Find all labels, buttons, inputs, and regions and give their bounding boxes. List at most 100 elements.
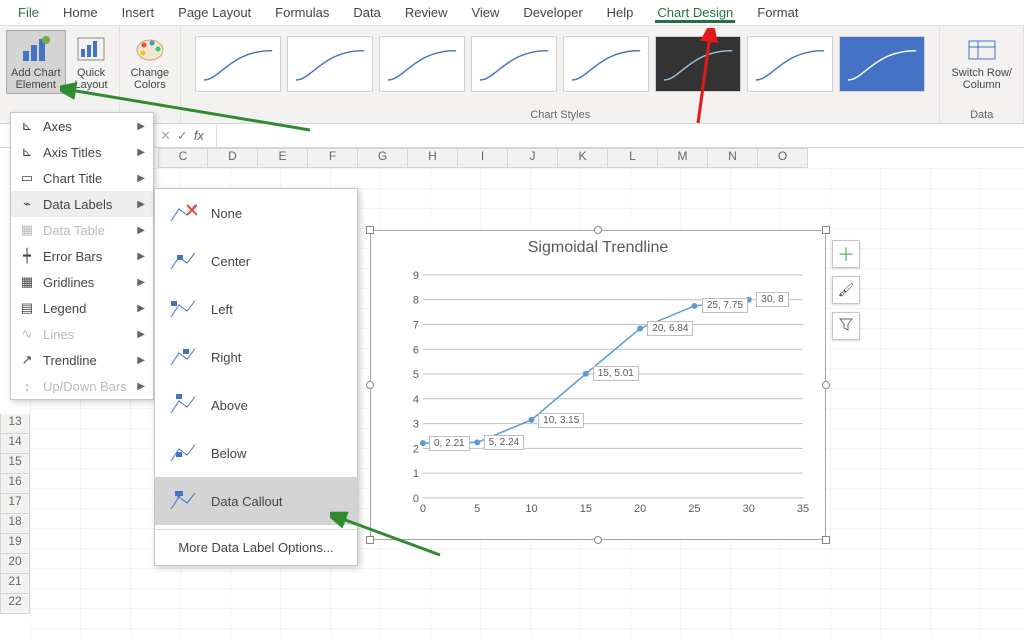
tab-data[interactable]: Data xyxy=(351,2,382,23)
col-header[interactable]: I xyxy=(458,148,508,168)
menu-gridlines[interactable]: ▦Gridlines▶ xyxy=(11,269,153,295)
resize-handle[interactable] xyxy=(822,536,830,544)
submenu-center[interactable]: Center xyxy=(155,237,357,285)
resize-handle[interactable] xyxy=(822,226,830,234)
tab-home[interactable]: Home xyxy=(61,2,100,23)
row-header[interactable]: 18 xyxy=(0,514,30,534)
chart-style-1[interactable] xyxy=(195,36,281,92)
confirm-icon[interactable]: ✓ xyxy=(177,128,188,144)
col-header[interactable]: E xyxy=(258,148,308,168)
row-header[interactable]: 15 xyxy=(0,454,30,474)
col-header[interactable]: C xyxy=(158,148,208,168)
chart-filters-button[interactable] xyxy=(832,312,860,340)
resize-handle[interactable] xyxy=(366,226,374,234)
plus-icon: ＋ xyxy=(837,241,855,267)
submenu-more-options[interactable]: More Data Label Options... xyxy=(155,534,357,561)
chart-style-2[interactable] xyxy=(287,36,373,92)
row-header[interactable]: 19 xyxy=(0,534,30,554)
data-callout[interactable]: 20, 6.84 xyxy=(647,321,693,336)
chart-style-8[interactable] xyxy=(839,36,925,92)
ribbon: Add Chart Element Quick Layout Change Co… xyxy=(0,26,1024,124)
row-header[interactable]: 17 xyxy=(0,494,30,514)
menu-axis-titles[interactable]: ⊾Axis Titles▶ xyxy=(11,139,153,165)
lines-icon: ∿ xyxy=(19,326,35,342)
resize-handle[interactable] xyxy=(366,381,374,389)
svg-text:35: 35 xyxy=(797,503,809,515)
chart-styles-gallery[interactable] xyxy=(187,30,933,92)
chart-styles-button[interactable]: 🖌 xyxy=(832,276,860,304)
chart-title-text[interactable]: Sigmoidal Trendline xyxy=(371,231,825,261)
tab-view[interactable]: View xyxy=(469,2,501,23)
data-callout[interactable]: 25, 7.75 xyxy=(702,298,748,313)
menu-data-labels[interactable]: ⌁Data Labels▶ xyxy=(11,191,153,217)
embedded-chart[interactable]: Sigmoidal Trendline 01234567890510152025… xyxy=(370,230,826,540)
col-header[interactable]: L xyxy=(608,148,658,168)
data-labels-submenu: None Center Left Right Above Below Data … xyxy=(154,188,358,566)
row-header[interactable]: 20 xyxy=(0,554,30,574)
submenu-below[interactable]: Below xyxy=(155,429,357,477)
add-chart-element-button[interactable]: Add Chart Element xyxy=(6,30,66,94)
submenu-left[interactable]: Left xyxy=(155,285,357,333)
col-header[interactable]: D xyxy=(208,148,258,168)
quick-layout-icon xyxy=(75,33,107,65)
chart-style-6[interactable] xyxy=(655,36,741,92)
switch-row-col-label: Switch Row/ Column xyxy=(951,67,1012,91)
change-colors-button[interactable]: Change Colors xyxy=(126,30,175,94)
tab-format[interactable]: Format xyxy=(755,2,800,23)
chart-style-4[interactable] xyxy=(471,36,557,92)
submenu-none[interactable]: None xyxy=(155,189,357,237)
switch-row-column-button[interactable]: Switch Row/ Column xyxy=(946,30,1017,94)
col-header[interactable]: H xyxy=(408,148,458,168)
menu-trendline[interactable]: ↗Trendline▶ xyxy=(11,347,153,373)
svg-text:10: 10 xyxy=(525,503,537,515)
col-header[interactable]: G xyxy=(358,148,408,168)
callout-icon xyxy=(169,489,197,513)
tab-help[interactable]: Help xyxy=(605,2,636,23)
submenu-right[interactable]: Right xyxy=(155,333,357,381)
data-callout[interactable]: 5, 2.24 xyxy=(484,435,525,450)
menu-error-bars[interactable]: ┿Error Bars▶ xyxy=(11,243,153,269)
tab-page-layout[interactable]: Page Layout xyxy=(176,2,253,23)
menu-legend[interactable]: ▤Legend▶ xyxy=(11,295,153,321)
quick-layout-button[interactable]: Quick Layout xyxy=(70,30,113,94)
tab-insert[interactable]: Insert xyxy=(120,2,157,23)
tab-file[interactable]: File xyxy=(16,2,41,23)
tab-review[interactable]: Review xyxy=(403,2,450,23)
row-header[interactable]: 14 xyxy=(0,434,30,454)
svg-text:4: 4 xyxy=(413,394,419,406)
row-header[interactable]: 13 xyxy=(0,414,30,434)
tab-chart-design[interactable]: Chart Design xyxy=(655,2,735,23)
col-header[interactable]: K xyxy=(558,148,608,168)
tab-developer[interactable]: Developer xyxy=(521,2,584,23)
data-callout[interactable]: 0, 2.21 xyxy=(429,436,470,451)
submenu-data-callout[interactable]: Data Callout xyxy=(155,477,357,525)
chart-style-5[interactable] xyxy=(563,36,649,92)
resize-handle[interactable] xyxy=(822,381,830,389)
row-header[interactable]: 22 xyxy=(0,594,30,614)
resize-handle[interactable] xyxy=(594,226,602,234)
menu-axes[interactable]: ⊾Axes▶ xyxy=(11,113,153,139)
error-bars-icon: ┿ xyxy=(19,248,35,264)
row-header[interactable]: 21 xyxy=(0,574,30,594)
resize-handle[interactable] xyxy=(594,536,602,544)
col-header[interactable]: O xyxy=(758,148,808,168)
menu-bar: File Home Insert Page Layout Formulas Da… xyxy=(0,0,1024,26)
menu-chart-title[interactable]: ▭Chart Title▶ xyxy=(11,165,153,191)
chart-elements-button[interactable]: ＋ xyxy=(832,240,860,268)
data-callout[interactable]: 10, 3.15 xyxy=(538,413,584,428)
submenu-above[interactable]: Above xyxy=(155,381,357,429)
data-callout[interactable]: 30, 8 xyxy=(756,292,788,307)
chart-plot-area[interactable]: 012345678905101520253035 xyxy=(405,271,811,516)
row-header[interactable]: 16 xyxy=(0,474,30,494)
svg-text:15: 15 xyxy=(580,503,592,515)
tab-formulas[interactable]: Formulas xyxy=(273,2,331,23)
chart-style-3[interactable] xyxy=(379,36,465,92)
col-header[interactable]: F xyxy=(308,148,358,168)
cancel-icon[interactable]: ✕ xyxy=(160,128,171,144)
col-header[interactable]: M xyxy=(658,148,708,168)
col-header[interactable]: N xyxy=(708,148,758,168)
col-header[interactable]: J xyxy=(508,148,558,168)
chart-style-7[interactable] xyxy=(747,36,833,92)
resize-handle[interactable] xyxy=(366,536,374,544)
data-callout[interactable]: 15, 5.01 xyxy=(593,366,639,381)
